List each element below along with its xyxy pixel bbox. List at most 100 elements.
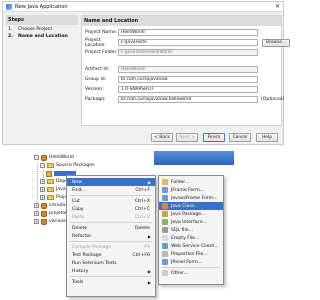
expand-icon[interactable]: + <box>40 195 45 200</box>
name-location-panel: Name and Location Project Name: HelloWor… <box>81 15 291 126</box>
dialog-title: New Java Application <box>15 3 68 10</box>
menu-item-label: Refactor <box>72 233 92 239</box>
browse-button[interactable]: Browse... <box>262 38 291 47</box>
menu-separator <box>70 195 152 196</box>
menu-item-history[interactable]: History ▶ <box>67 267 155 275</box>
submenu-item-sql-file[interactable]: SQL file... <box>159 226 223 234</box>
project-name-row: Project Name: HelloWorld <box>85 29 258 36</box>
submenu-item-java-class[interactable]: Java Class... <box>159 202 223 210</box>
expand-icon[interactable]: + <box>40 187 45 192</box>
tree-item-helloworld[interactable]: − HelloWorld <box>34 154 74 161</box>
submenu-arrow-icon: ▶ <box>147 233 151 239</box>
project-folder-label: Project Folder: <box>85 50 118 55</box>
submenu-arrow-icon: ▶ <box>147 268 151 274</box>
submenu-item-label: Properties File... <box>171 251 208 257</box>
java-project-icon <box>41 202 47 209</box>
java-project-icon <box>41 218 47 225</box>
shortcut-label: Ctrl+C <box>134 206 150 212</box>
tree-item-source-packages[interactable]: − Source Packages <box>40 162 95 169</box>
shortcut-label: Ctrl+F <box>135 187 150 193</box>
submenu-item-folder[interactable]: Folder... <box>159 178 223 186</box>
menu-separator <box>70 241 152 242</box>
menu-item-run-selenium-tests[interactable]: Run Selenium Tests <box>67 259 155 267</box>
submenu-item-web-service-client[interactable]: Web Service Client... <box>159 242 223 250</box>
empty-file-icon <box>162 235 168 241</box>
menu-item-delete[interactable]: Delete Delete <box>67 224 155 232</box>
version-row: Version: 1.0-SNAPSHOT <box>85 86 258 93</box>
project-name-field[interactable]: HelloWorld <box>118 29 258 36</box>
submenu-item-empty-file[interactable]: Empty File... <box>159 234 223 242</box>
menu-separator <box>162 267 220 268</box>
properties-file-icon <box>162 251 168 257</box>
next-button[interactable]: Next > <box>176 133 198 142</box>
expand-icon[interactable]: + <box>34 219 39 224</box>
step-label: Choose Project <box>18 27 53 32</box>
submenu-item-properties-file[interactable]: Properties File... <box>159 250 223 258</box>
menu-item-compile-package[interactable]: Compile Package F9 <box>67 243 155 251</box>
submenu-item-label: JFrame Form... <box>171 187 205 193</box>
tree-item-label: HelloWorld <box>49 155 74 160</box>
submenu-item-label: JavaxsFrame Form... <box>171 195 218 201</box>
submenu-item-label: Web Service Client... <box>171 243 219 249</box>
back-button[interactable]: < Back <box>151 133 173 142</box>
menu-item-test-package[interactable]: Test Package Ctrl+F6 <box>67 251 155 259</box>
project-folder-field: F:\JavaTeste\HelloWorld <box>118 49 258 56</box>
submenu-item-other[interactable]: Other... <box>159 269 223 277</box>
dialog-button-bar: < Back Next > Finish Cancel Help <box>3 130 283 144</box>
menu-item-refactor[interactable]: Refactor ▶ <box>67 232 155 240</box>
project-location-row: Project Location: F:\JavaTeste Browse... <box>85 38 291 48</box>
sql-file-icon <box>162 227 168 233</box>
tree-item-variaveis[interactable]: + variaveis <box>34 218 70 225</box>
other-icon <box>162 270 168 276</box>
shortcut-label: Ctrl+F6 <box>132 252 150 258</box>
folder-icon <box>47 179 54 184</box>
expand-icon[interactable]: + <box>34 211 39 216</box>
collapse-icon[interactable]: − <box>34 155 39 160</box>
collapse-icon[interactable]: − <box>40 163 45 168</box>
version-field[interactable]: 1.0-SNAPSHOT <box>118 86 258 93</box>
menu-item-new[interactable]: New ▶ <box>67 178 155 186</box>
submenu-item-jpanel-form[interactable]: JPanel Form... <box>159 258 223 266</box>
expand-icon[interactable]: + <box>34 203 39 208</box>
menu-item-cut[interactable]: Cut Ctrl+X <box>67 197 155 205</box>
shortcut-label: F9 <box>144 244 150 250</box>
menu-item-paste[interactable]: Paste Ctrl+V <box>67 213 155 221</box>
group-id-field[interactable]: br.com.cursojavanow <box>118 76 258 83</box>
submenu-item-label: SQL file... <box>171 227 193 233</box>
menu-item-copy[interactable]: Copy Ctrl+C <box>67 205 155 213</box>
menu-item-tools[interactable]: Tools ▶ <box>67 278 155 286</box>
menu-item-label: Test Package <box>72 252 102 258</box>
panel-title: Name and Location <box>82 16 281 26</box>
close-icon[interactable]: ✕ <box>275 3 280 10</box>
shortcut-label: Ctrl+V <box>134 214 150 220</box>
cancel-button[interactable]: Cancel <box>229 133 251 142</box>
step-label: Name and Location <box>18 34 68 39</box>
expand-icon[interactable]: + <box>40 179 45 184</box>
project-location-field[interactable]: F:\JavaTeste <box>118 39 258 46</box>
finish-button[interactable]: Finish <box>203 133 225 142</box>
jpanel-form-icon <box>162 259 168 265</box>
project-folder-row: Project Folder: F:\JavaTeste\HelloWorld <box>85 49 258 56</box>
menu-item-label: Run Selenium Tests <box>72 260 117 266</box>
submenu-item-jframe-form[interactable]: JFrame Form... <box>159 186 223 194</box>
submenu-item-java-interface[interactable]: Java Interface... <box>159 218 223 226</box>
help-button[interactable]: Help <box>256 133 278 142</box>
folder-icon <box>162 179 168 185</box>
netbeans-icon <box>6 3 12 10</box>
java-package-icon <box>162 211 168 217</box>
java-project-icon <box>41 154 47 161</box>
artifact-id-row: Artifact Id: HelloWorld <box>85 66 258 73</box>
java-interface-icon <box>162 219 168 225</box>
shortcut-label: Delete <box>134 225 150 231</box>
menu-item-label: Copy <box>72 206 84 212</box>
package-field[interactable]: br.com.cursojavanow.helloworld <box>118 96 258 103</box>
menu-item-label: Compile Package <box>72 244 112 250</box>
menu-item-find[interactable]: Find... Ctrl+F <box>67 186 155 194</box>
menu-item-label: History <box>72 268 89 274</box>
folder-icon <box>47 195 54 200</box>
dialog-titlebar: New Java Application ✕ <box>3 2 283 12</box>
submenu-item-label: Java Package... <box>171 211 206 217</box>
submenu-item-java-package[interactable]: Java Package... <box>159 210 223 218</box>
source-folder-icon <box>47 163 54 168</box>
submenu-item-javaxsframe-form[interactable]: JavaxsFrame Form... <box>159 194 223 202</box>
